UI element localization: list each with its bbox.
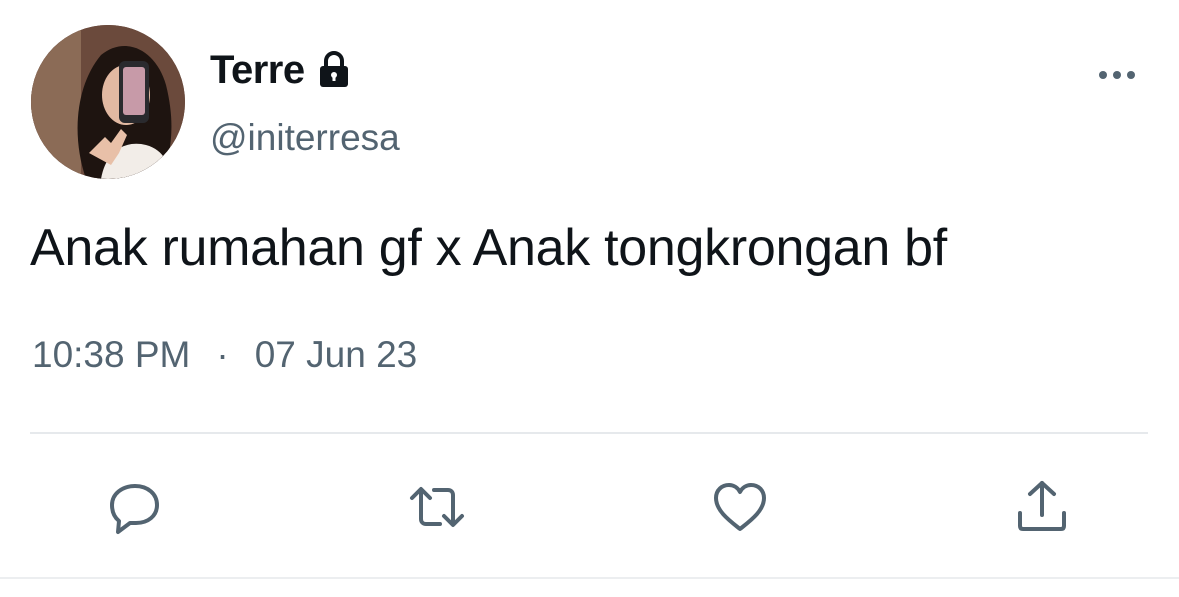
like-button[interactable]	[708, 475, 772, 539]
more-options-button[interactable]	[1092, 60, 1142, 90]
tweet-date[interactable]: 07 Jun 23	[255, 334, 418, 376]
retweet-arrows-icon	[410, 487, 464, 527]
tweet-text: Anak rumahan gf x Anak tongkrongan bf	[30, 219, 947, 277]
meta-separator: ·	[216, 334, 229, 375]
share-upload-icon	[1018, 481, 1066, 531]
share-button[interactable]	[1010, 475, 1074, 539]
divider	[30, 432, 1148, 434]
display-name[interactable]: Terre	[210, 48, 305, 93]
lock-icon	[313, 49, 355, 91]
speech-bubble-icon	[110, 484, 159, 534]
tweet-time[interactable]: 10:38 PM	[32, 334, 190, 376]
retweet-button[interactable]	[405, 475, 469, 539]
avatar[interactable]	[31, 25, 185, 179]
display-name-row: Terre	[210, 45, 355, 95]
more-dots-icon	[1099, 71, 1135, 79]
tweet-meta: 10:38 PM · 07 Jun 23	[32, 334, 417, 376]
user-handle[interactable]: @initerresa	[210, 117, 400, 159]
bottom-divider	[0, 577, 1179, 579]
tweet-card: Terre @initerresa Anak rumahan gf x Anak…	[0, 0, 1179, 597]
profile-photo	[31, 25, 185, 179]
reply-button[interactable]	[103, 475, 167, 539]
heart-icon	[714, 483, 766, 531]
